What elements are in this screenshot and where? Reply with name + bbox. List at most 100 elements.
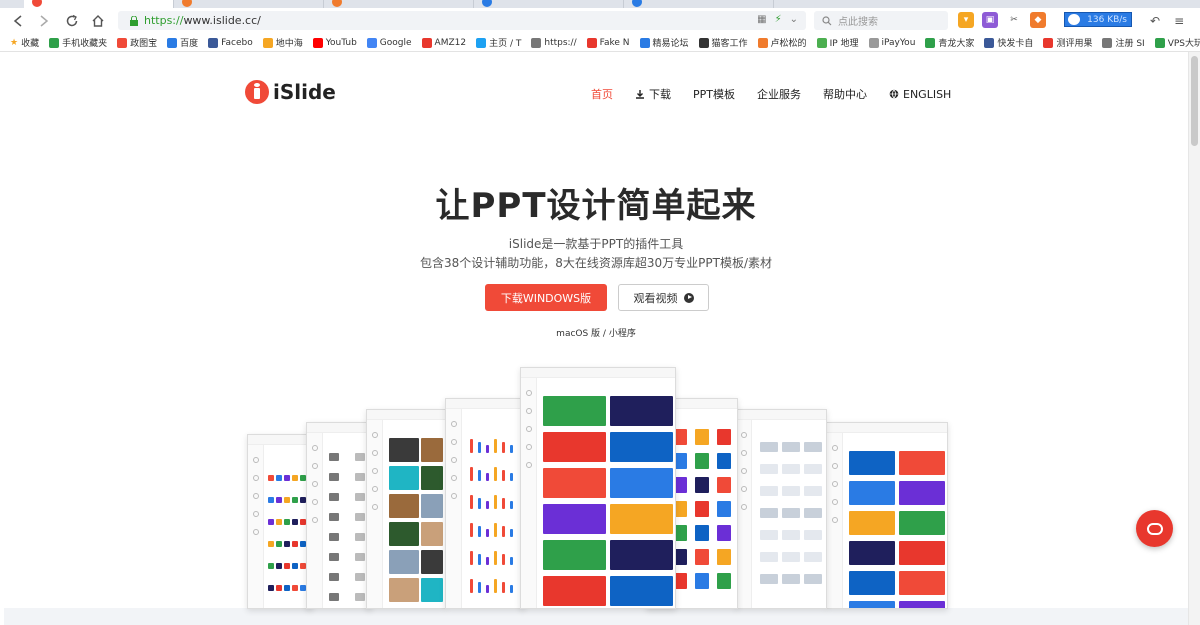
bookmark-item[interactable]: IP 地理 [816, 36, 859, 49]
platform-links[interactable]: macOS 版 / 小程序 [4, 326, 1188, 339]
thumbnail [717, 549, 731, 565]
thumbnail [849, 511, 895, 535]
page-bottom-band [4, 608, 1188, 625]
islide-logo-icon [245, 80, 269, 104]
tab-favicon-icon [482, 0, 492, 7]
download-windows-button[interactable]: 下载WINDOWS版 [485, 284, 607, 311]
bookmark-item[interactable]: 百度 [167, 36, 198, 49]
nav-help[interactable]: 帮助中心 [823, 86, 867, 102]
thumbnail [276, 585, 282, 591]
forward-button[interactable] [34, 12, 54, 30]
bookmark-item[interactable]: Facebo [208, 37, 253, 48]
bookmark-item[interactable]: AMZ12 [421, 37, 466, 48]
bookmark-label: IP 地理 [829, 39, 859, 49]
menu-icon[interactable]: ≡ [1174, 14, 1184, 28]
nav-home[interactable]: 首页 [591, 86, 613, 102]
bookmark-item[interactable]: 精易论坛 [639, 36, 689, 49]
browser-tab[interactable] [624, 0, 774, 8]
bookmark-item[interactable]: 主页 / T [476, 36, 521, 49]
bookmark-item[interactable]: 地中海 [262, 36, 303, 49]
thumbnail [276, 563, 282, 569]
thumbnail [494, 495, 497, 509]
bookmark-item[interactable]: YouTub [312, 37, 357, 48]
bookmark-item[interactable]: 政图宝 [117, 36, 157, 49]
page-grid-icon[interactable]: ▦ [757, 14, 766, 25]
home-icon [92, 15, 104, 27]
reload-button[interactable] [62, 12, 82, 30]
address-bar[interactable]: https://www.islide.cc/ ▦ ⚡ ⌄ [118, 11, 806, 30]
grid-extension-icon[interactable]: ▣ [982, 12, 998, 28]
thumbnail [329, 553, 339, 561]
thumbnail [804, 464, 822, 474]
speed-mode-icon[interactable]: ⚡ [775, 14, 782, 25]
undo-icon[interactable]: ↶ [1150, 14, 1160, 28]
thumbnail [510, 473, 513, 481]
bookmark-favicon-icon [421, 37, 432, 48]
chevron-down-icon[interactable]: ⌄ [790, 14, 798, 25]
thumbnail [276, 519, 282, 525]
bookmark-favicon-icon [208, 37, 219, 48]
bookmark-item[interactable]: 测评用果 [1043, 36, 1092, 49]
shield-extension-icon[interactable]: ▾ [958, 12, 974, 28]
app-window-screenshot [306, 422, 372, 609]
bookmark-favicon-icon [1154, 37, 1165, 48]
nav-enterprise[interactable]: 企业服务 [757, 86, 801, 102]
thumbnail [760, 464, 778, 474]
bookmark-item[interactable]: iPayYou [868, 37, 915, 48]
nav-download[interactable]: 下载 [635, 86, 671, 102]
thumbnail [717, 429, 731, 445]
thumbnail [804, 552, 822, 562]
nav-ppt-templates[interactable]: PPT模板 [693, 86, 735, 102]
thumbnail [292, 519, 298, 525]
bookmark-favicon-icon [262, 37, 273, 48]
download-speed-badge[interactable]: 136 KB/s [1064, 12, 1132, 27]
bookmark-item[interactable]: Google [366, 37, 412, 48]
thumbnail [292, 475, 298, 481]
bookmark-item[interactable]: ★ 收藏 [10, 36, 39, 50]
thumbnail [494, 551, 497, 565]
scissors-icon[interactable]: ✂ [1006, 12, 1022, 28]
bookmark-favicon-icon [531, 37, 542, 48]
page-scrollbar[interactable] [1188, 52, 1200, 625]
thumbnail [717, 453, 731, 469]
thumbnail [695, 453, 709, 469]
bookmark-item[interactable]: 卢松松的 [757, 36, 807, 49]
site-logo[interactable]: iSlide [245, 80, 336, 104]
bookmark-item[interactable]: 手机收藏夹 [49, 36, 107, 49]
thumbnail [760, 552, 778, 562]
search-input[interactable]: 点此搜索 [814, 11, 948, 30]
bookmark-item[interactable]: Fake N [586, 37, 630, 48]
bookmark-favicon-icon [698, 37, 709, 48]
bookmark-item[interactable]: 青龙大家 [925, 36, 974, 49]
scrollbar-thumb[interactable] [1191, 56, 1198, 146]
browser-tab-active[interactable] [24, 0, 174, 8]
browser-tab[interactable] [174, 0, 324, 8]
thumbnail [610, 576, 673, 606]
thumbnail [510, 501, 513, 509]
bookmark-item[interactable]: 快发卡自 [984, 36, 1033, 49]
bookmark-label: 测评用果 [1056, 39, 1093, 49]
browser-tab[interactable] [324, 0, 474, 8]
nav-english[interactable]: ENGLISH [889, 86, 951, 102]
play-icon [683, 292, 694, 303]
app-window-screenshot [366, 409, 446, 609]
thumbnail [695, 477, 709, 493]
watch-video-button[interactable]: 观看视频 [618, 284, 709, 311]
bookmark-item[interactable]: 注册 SI [1102, 36, 1145, 49]
thumbnail [355, 533, 365, 541]
thumbnail [494, 439, 497, 453]
browser-tab[interactable] [474, 0, 624, 8]
bookmark-label: 手机收藏夹 [62, 39, 108, 49]
back-button[interactable] [8, 12, 28, 30]
reload-icon [66, 14, 78, 27]
chat-button[interactable] [1136, 510, 1173, 547]
thumbnail [355, 473, 365, 481]
home-button[interactable] [88, 12, 108, 30]
thumbnail [478, 498, 481, 509]
bookmark-item[interactable]: 猫客工作 [698, 36, 748, 49]
bookmark-item[interactable]: https:// [531, 37, 577, 48]
thumbnail [543, 576, 606, 606]
fox-extension-icon[interactable]: ◆ [1030, 12, 1046, 28]
bookmark-item[interactable]: VPS大玩 [1154, 36, 1200, 49]
thumbnail [610, 504, 673, 534]
